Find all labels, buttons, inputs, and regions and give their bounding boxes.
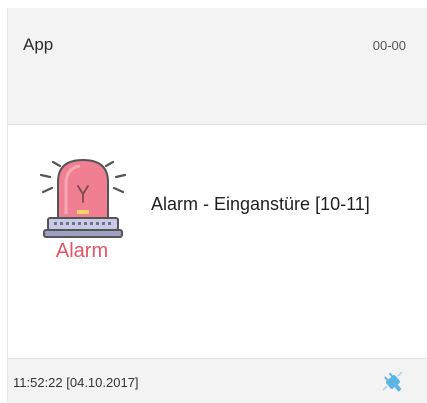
top-strip <box>0 0 427 8</box>
footer-timestamp: 11:52:22 [04.10.2017] <box>13 375 139 390</box>
app-title: App <box>23 35 54 54</box>
alarm-icon-label: Alarm <box>55 240 109 262</box>
alarm-message: Alarm - Einganstüre [10-11] <box>151 194 370 214</box>
header-code: 00-00 <box>372 38 406 53</box>
plug-icon[interactable] <box>379 368 407 396</box>
card-header <box>8 8 427 125</box>
